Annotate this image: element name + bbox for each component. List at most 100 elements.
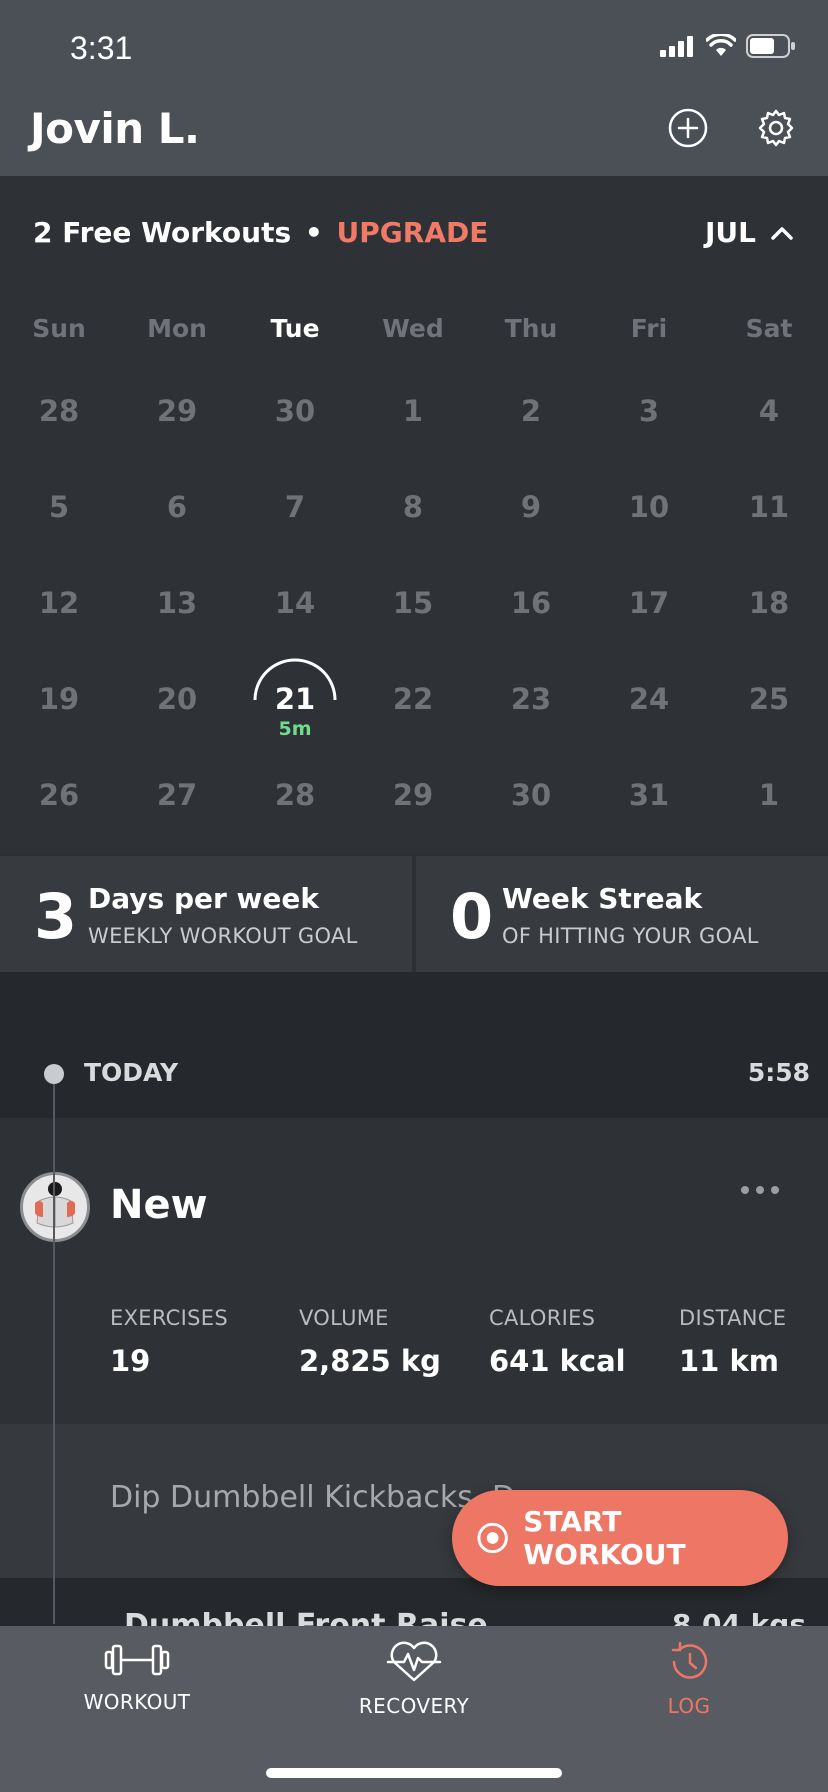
tab-log[interactable]: LOG — [589, 1640, 789, 1718]
home-indicator — [266, 1768, 562, 1778]
workout-title: New — [110, 1182, 208, 1228]
streak-title: Week Streak — [502, 882, 703, 915]
calendar-day[interactable]: 19 — [0, 682, 118, 716]
streak-subtitle: OF HITTING YOUR GOAL — [502, 924, 759, 948]
calendar-day[interactable]: 30 — [236, 394, 354, 428]
timeline-line — [53, 1084, 55, 1624]
calendar-day[interactable]: 23 — [472, 682, 590, 716]
calendar-day[interactable]: 17 — [590, 586, 708, 620]
stat-volume: VOLUME 2,825 kg — [299, 1306, 441, 1378]
history-clock-icon — [671, 1641, 708, 1679]
streak-number: 0 — [450, 880, 494, 953]
more-options-icon[interactable] — [740, 1184, 780, 1196]
calendar-day[interactable]: 12 — [0, 586, 118, 620]
tab-recovery[interactable]: RECOVERY — [314, 1640, 514, 1718]
weekday-thu: Thu — [504, 314, 558, 343]
weekday-sun: Sun — [32, 314, 86, 343]
weekday-mon: Mon — [147, 314, 207, 343]
today-label: TODAY — [84, 1058, 179, 1087]
stat-calories: CALORIES 641 kcal — [489, 1306, 626, 1378]
exercise-weight: 8.04 kgs — [671, 1608, 806, 1628]
today-total-time: 5:58 — [747, 1058, 810, 1087]
stat-label: VOLUME — [299, 1306, 389, 1330]
calendar-panel: 2 Free Workouts • UPGRADE JUL Sun Mon Tu… — [0, 176, 828, 854]
dumbbell-icon — [104, 1644, 170, 1676]
calendar-day[interactable]: 14 — [236, 586, 354, 620]
weekly-goal-title: Days per week — [88, 882, 319, 915]
calendar-day[interactable]: 13 — [118, 586, 236, 620]
calendar-day[interactable]: 1 — [354, 394, 472, 428]
upgrade-link[interactable]: UPGRADE — [337, 216, 489, 249]
stat-value: 19 — [110, 1344, 151, 1378]
weekday-wed: Wed — [382, 314, 444, 343]
calendar-day[interactable]: 1 — [710, 778, 828, 812]
goal-strip: 3 Days per week WEEKLY WORKOUT GOAL 0 We… — [0, 856, 828, 972]
weekly-goal-card[interactable]: 3 Days per week WEEKLY WORKOUT GOAL — [0, 856, 412, 972]
weekly-goal-subtitle: WEEKLY WORKOUT GOAL — [88, 924, 358, 948]
calendar-day[interactable]: 25 — [710, 682, 828, 716]
status-time: 3:31 — [70, 30, 133, 66]
log-section-header: TODAY 5:58 — [0, 1030, 828, 1118]
calendar-day[interactable]: 7 — [236, 490, 354, 524]
calendar-day[interactable]: 11 — [710, 490, 828, 524]
calendar-day[interactable]: 9 — [472, 490, 590, 524]
month-selector[interactable]: JUL — [705, 216, 794, 249]
exercise-summary: Dip Dumbbell Kickbacks, D — [110, 1480, 516, 1515]
stat-label: CALORIES — [489, 1306, 596, 1330]
workout-avatar — [20, 1172, 90, 1242]
tab-workout[interactable]: WORKOUT — [37, 1640, 237, 1714]
weekday-row: Sun Mon Tue Wed Thu Fri Sat — [0, 314, 828, 354]
tab-label: WORKOUT — [83, 1690, 191, 1714]
status-icons — [660, 34, 796, 58]
exercise-name: Dumbbell Front Raise — [124, 1608, 488, 1628]
record-icon — [477, 1522, 508, 1554]
calendar-day[interactable]: 31 — [590, 778, 708, 812]
calendar-day[interactable]: 3 — [590, 394, 708, 428]
calendar-day[interactable]: 20 — [118, 682, 236, 716]
calendar-day[interactable]: 27 — [118, 778, 236, 812]
signal-icon — [660, 36, 693, 57]
status-bar: 3:31 — [0, 0, 828, 100]
back-muscles-icon — [35, 1182, 75, 1228]
workout-card[interactable]: New EXERCISES 19 VOLUME 2,825 kg CALORIE… — [0, 1118, 828, 1424]
stat-value: 641 kcal — [489, 1344, 626, 1378]
calendar-day[interactable]: 5 — [0, 490, 118, 524]
calendar-day[interactable]: 2 — [472, 394, 590, 428]
streak-card[interactable]: 0 Week Streak OF HITTING YOUR GOAL — [416, 856, 828, 972]
battery-icon — [746, 34, 795, 58]
calendar-day[interactable]: 24 — [590, 682, 708, 716]
add-button[interactable] — [666, 106, 710, 150]
calendar-day[interactable]: 10 — [590, 490, 708, 524]
calendar-day[interactable]: 28 — [0, 394, 118, 428]
stat-label: DISTANCE — [679, 1306, 787, 1330]
calendar-day[interactable]: 6 — [118, 490, 236, 524]
calendar-day[interactable]: 26 — [0, 778, 118, 812]
stat-value: 11 km — [679, 1344, 779, 1378]
weekday-fri: Fri — [630, 314, 668, 343]
calendar-day[interactable]: 29 — [354, 778, 472, 812]
plus-circle-icon — [668, 108, 708, 148]
calendar-day-today[interactable]: 21 — [236, 682, 354, 716]
calendar-day[interactable]: 22 — [354, 682, 472, 716]
calendar-day[interactable]: 16 — [472, 586, 590, 620]
weekly-goal-number: 3 — [34, 880, 78, 953]
stat-label: EXERCISES — [110, 1306, 228, 1330]
chevron-up-icon — [771, 226, 793, 240]
weekday-tue: Tue — [270, 314, 320, 343]
calendar-day[interactable]: 18 — [710, 586, 828, 620]
settings-button[interactable] — [754, 106, 798, 150]
start-workout-button[interactable]: START WORKOUT — [452, 1490, 788, 1586]
tab-label: LOG — [667, 1694, 711, 1718]
calendar-day[interactable]: 4 — [710, 394, 828, 428]
promo-separator: • — [304, 216, 323, 249]
stat-distance: DISTANCE 11 km — [679, 1306, 786, 1378]
calendar-day[interactable]: 29 — [118, 394, 236, 428]
calendar-day[interactable]: 30 — [472, 778, 590, 812]
calendar-day[interactable]: 28 — [236, 778, 354, 812]
calendar-day[interactable]: 15 — [354, 586, 472, 620]
weekday-sat: Sat — [745, 314, 793, 343]
wifi-icon — [706, 34, 736, 56]
calendar-day[interactable]: 8 — [354, 490, 472, 524]
user-name: Jovin L. — [30, 104, 200, 153]
app-header: Jovin L. — [0, 100, 828, 176]
